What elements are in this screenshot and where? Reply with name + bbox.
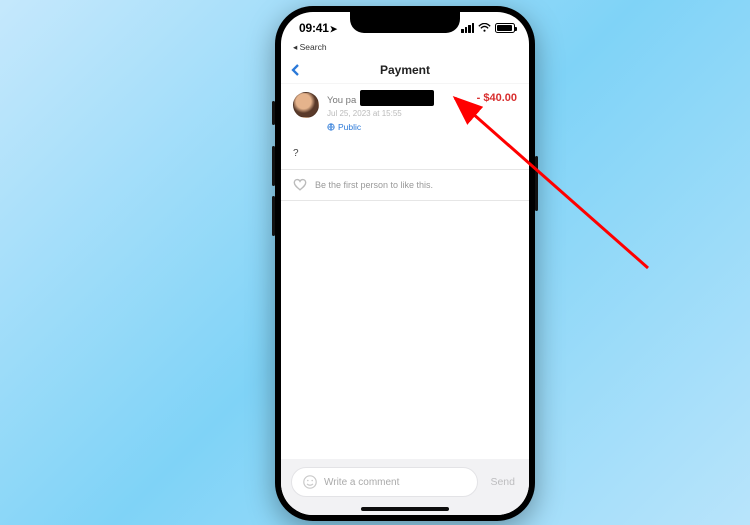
location-icon: ➤	[330, 24, 338, 35]
like-row[interactable]: Be the first person to like this.	[281, 170, 529, 200]
status-time: 09:41	[299, 21, 329, 35]
privacy-label: Public	[338, 122, 361, 132]
send-button[interactable]: Send	[486, 476, 519, 488]
emoji-icon[interactable]	[302, 474, 318, 490]
volume-up-button	[272, 146, 275, 186]
home-indicator[interactable]	[361, 507, 449, 511]
transaction-note: ?	[281, 142, 529, 169]
power-button	[535, 156, 538, 211]
transaction-timestamp: Jul 25, 2023 at 15:55	[327, 109, 517, 118]
status-right	[461, 23, 515, 33]
comment-bar: Send	[281, 459, 529, 515]
content-area: You pa Jul 25, 2023 at 15:55 Public - $4…	[281, 84, 529, 515]
heart-icon	[293, 178, 307, 192]
wifi-icon	[478, 23, 491, 33]
screen: 09:41 ➤ ◂ Search Payment	[281, 12, 529, 515]
battery-icon	[495, 23, 515, 33]
comment-input[interactable]	[324, 477, 467, 488]
privacy-selector[interactable]: Public	[327, 122, 361, 132]
back-to-search-breadcrumb[interactable]: ◂ Search	[281, 42, 529, 56]
redacted-recipient	[360, 90, 434, 106]
volume-mute-switch	[272, 101, 275, 125]
divider	[281, 200, 529, 201]
cellular-signal-icon	[461, 23, 474, 33]
phone-frame: 09:41 ➤ ◂ Search Payment	[275, 6, 535, 521]
like-prompt-text: Be the first person to like this.	[315, 180, 433, 190]
volume-down-button	[272, 196, 275, 236]
globe-icon	[327, 123, 335, 131]
transaction-amount: - $40.00	[477, 92, 517, 104]
you-paid-label: You pa	[327, 95, 356, 106]
comment-input-wrap[interactable]	[291, 467, 478, 497]
avatar[interactable]	[293, 92, 319, 118]
transaction-row: You pa Jul 25, 2023 at 15:55 Public - $4…	[281, 84, 529, 142]
nav-header: Payment	[281, 56, 529, 84]
notch	[350, 12, 460, 33]
status-left: 09:41 ➤	[299, 21, 337, 35]
back-button[interactable]	[289, 63, 303, 77]
page-title: Payment	[380, 63, 430, 77]
